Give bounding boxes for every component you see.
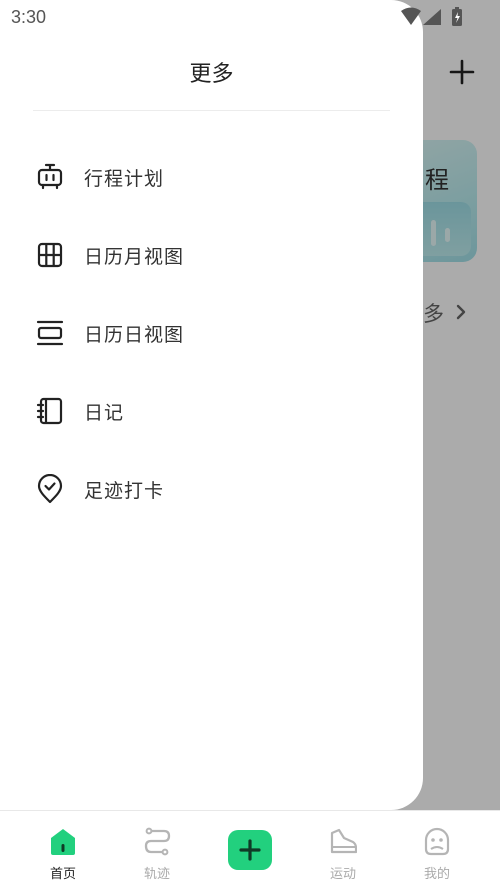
profile-icon [424, 827, 450, 856]
menu-item-trip-plan[interactable]: 行程计划 [20, 148, 400, 206]
drawer-title: 更多 [189, 62, 234, 87]
wifi-icon [401, 7, 421, 25]
menu-item-footprint-checkin[interactable]: 足迹打卡 [20, 460, 400, 518]
status-icons [401, 7, 462, 26]
menu-item-label: 日历日视图 [84, 323, 185, 346]
status-time: 3:30 [11, 7, 47, 27]
nav-route[interactable]: 轨迹 [112, 811, 202, 889]
menu-item-label: 行程计划 [84, 167, 165, 190]
menu-item-calendar-day[interactable]: 日历日视图 [20, 304, 400, 362]
nav-profile[interactable]: 我的 [392, 811, 482, 889]
nav-label: 我的 [423, 867, 450, 882]
menu-item-calendar-month[interactable]: 日历月视图 [20, 226, 400, 284]
nav-label: 轨迹 [143, 867, 170, 882]
menu-item-label: 日历月视图 [84, 245, 185, 268]
route-icon [144, 827, 171, 856]
menu-item-label: 日记 [84, 401, 125, 424]
nav-home[interactable]: 首页 [18, 811, 108, 889]
notebook-icon [20, 382, 80, 440]
shoe-icon [330, 828, 357, 854]
nav-label: 首页 [49, 867, 76, 882]
suitcase-icon [20, 148, 80, 206]
calendar-day-icon [20, 304, 80, 362]
calendar-grid-icon [20, 226, 80, 284]
drawer-divider [33, 110, 390, 111]
more-drawer: 更多 行程计划 日历月视图 日历日视图 日记 足迹打卡 [0, 0, 423, 810]
status-bar: 3:30 [0, 0, 500, 34]
bottom-nav: 首页 轨迹 运动 我的 [0, 810, 500, 889]
battery-icon [452, 7, 462, 26]
plus-icon [239, 839, 261, 861]
location-check-icon [20, 460, 80, 518]
home-icon [51, 829, 75, 855]
signal-icon [423, 9, 441, 25]
nav-label: 运动 [329, 867, 356, 882]
add-record-button[interactable] [228, 830, 272, 870]
nav-sport[interactable]: 运动 [298, 811, 388, 889]
menu-item-diary[interactable]: 日记 [20, 382, 400, 440]
menu-item-label: 足迹打卡 [84, 479, 165, 502]
